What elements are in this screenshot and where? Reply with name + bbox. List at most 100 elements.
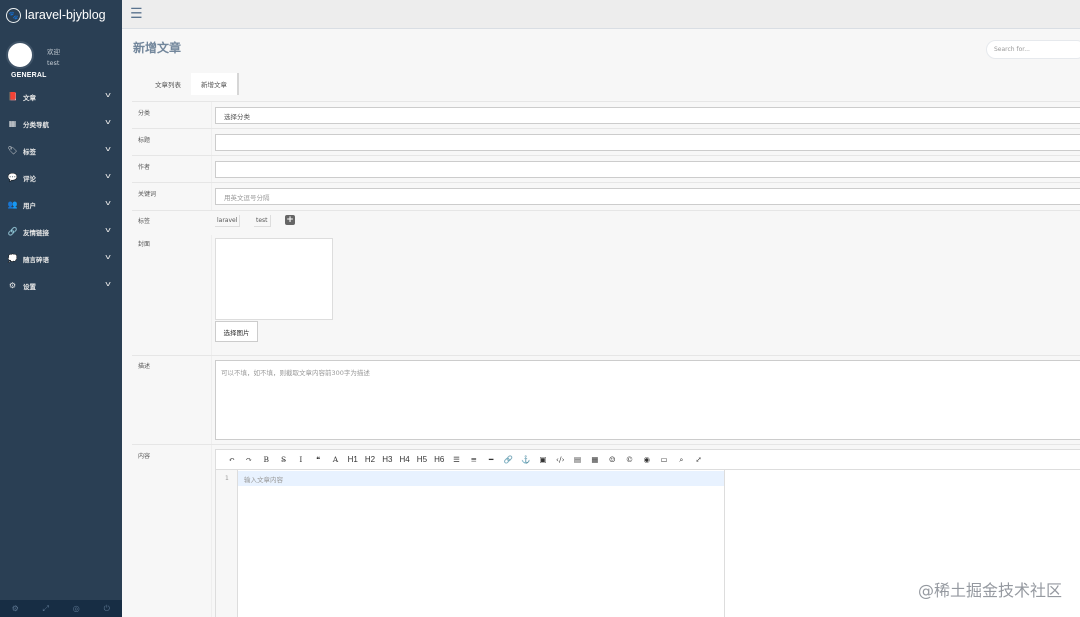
grid-icon: ▦ (8, 119, 17, 128)
line-number: 1 (225, 475, 229, 482)
sidebar-item[interactable]: 💭 随言碎语 v (0, 245, 122, 272)
list-ol-icon[interactable]: ≡ (465, 455, 482, 464)
table-icon[interactable]: ▦ (586, 455, 603, 464)
keywords-label: 关键词 (138, 191, 157, 198)
h4-icon[interactable]: H4 (396, 455, 413, 464)
search-input[interactable]: Search for... (986, 40, 1080, 59)
fullscreen-icon[interactable]: ⤢ (690, 455, 707, 464)
redo-icon[interactable]: ↷ (240, 455, 257, 464)
strikethrough-icon[interactable]: S̶ (275, 455, 292, 464)
code-block-icon[interactable]: ▤ (569, 455, 586, 464)
form-row-cover: 封面 选择图片 (132, 235, 1080, 356)
top-nav: ☰ (122, 0, 1080, 29)
preview-divider[interactable] (724, 470, 725, 617)
row-divider (211, 183, 212, 210)
description-textarea[interactable]: 可以不填，如不填，则截取文章内容前300字为描述 (215, 360, 1080, 440)
content-input[interactable]: 输入文章内容 (238, 471, 724, 486)
tag-item[interactable]: laravel (215, 215, 241, 227)
image-icon[interactable]: ▣ (534, 455, 551, 464)
brand[interactable]: 🐾 laravel-bjyblog (0, 0, 122, 30)
sidebar-item[interactable]: 🏷 标签 v (0, 137, 122, 164)
welcome-text: 欢迎 (47, 48, 60, 56)
undo-icon[interactable]: ↶ (223, 455, 240, 464)
description-label: 描述 (138, 363, 151, 370)
html-entities-icon[interactable]: © (621, 455, 638, 464)
category-label: 分类 (138, 110, 151, 117)
sidebar: 🐾 laravel-bjyblog 欢迎 test GENERAL 📕 文章 v ▦ 分… (0, 0, 122, 617)
uppercase-icon[interactable]: A (327, 455, 344, 464)
row-divider (211, 156, 212, 182)
sidebar-menu: 📕 文章 v ▦ 分类导航 v 🏷 标签 v 💬 评论 v 👥 用户 v 🔗 友情链接 v 💭 随言碎语 v ⚙ 设置 v (0, 83, 122, 299)
article-form: 分类 选择分类 标题 作者 关键词 用英文逗号分隔 标签 laravel tes… (132, 101, 1080, 617)
row-divider (211, 129, 212, 155)
sidebar-item[interactable]: 💬 评论 v (0, 164, 122, 191)
bold-icon[interactable]: B (258, 455, 275, 464)
brand-title[interactable]: laravel-bjyblog (25, 8, 106, 22)
h1-icon[interactable]: H1 (344, 455, 361, 464)
chevron-down-icon: v (105, 91, 111, 99)
sidebar-item-label: 设置 (23, 282, 36, 291)
sidebar-item-label: 标签 (23, 147, 36, 156)
gear-icon[interactable]: ⚙ (0, 600, 31, 617)
avatar[interactable] (6, 41, 34, 69)
list-ul-icon[interactable]: ☰ (448, 455, 465, 464)
preview-icon[interactable]: ▭ (655, 455, 672, 464)
form-row-description: 描述 可以不填，如不填，则截取文章内容前300字为描述 (132, 356, 1080, 445)
watermark: @稀土掘金技术社区 (917, 581, 1062, 600)
tab-article-list[interactable]: 文章列表 (145, 73, 191, 95)
fullscreen-icon[interactable]: ⤢ (31, 600, 62, 617)
select-image-button[interactable]: 选择图片 (215, 321, 258, 342)
h2-icon[interactable]: H2 (361, 455, 378, 464)
tag-item[interactable]: test (254, 215, 271, 227)
hr-icon[interactable]: ━ (482, 455, 499, 464)
editor-toolbar: ↶ ↷ B S̶ I ❝ A H1 H2 H3 H4 H5 H6 ☰ ≡ ━ 🔗 ⚓ ▣ ‹/› ▤ ▦ ☺ © ◉ ▭ ⌕ ⤢ (216, 450, 1080, 470)
sidebar-item[interactable]: 📕 文章 v (0, 83, 122, 110)
watch-icon[interactable]: ◉ (638, 455, 655, 464)
form-row-title: 标题 (132, 129, 1080, 156)
form-row-keywords: 关键词 用英文逗号分隔 (132, 183, 1080, 211)
author-label: 作者 (138, 164, 151, 171)
h6-icon[interactable]: H6 (431, 455, 448, 464)
cover-label: 封面 (138, 241, 151, 248)
page-title: 新增文章 (133, 41, 182, 55)
chevron-down-icon: v (105, 172, 111, 180)
title-label: 标题 (138, 137, 151, 144)
sidebar-footer: ⚙ ⤢ ◎ ⏻ (0, 600, 122, 617)
editor-gutter: 1 (216, 470, 238, 617)
code-icon[interactable]: ‹/› (552, 455, 569, 464)
chat-icon: 💭 (7, 254, 18, 263)
comments-icon: 💬 (7, 173, 18, 182)
users-icon: 👥 (7, 200, 18, 209)
power-icon[interactable]: ⏻ (92, 600, 123, 617)
h5-icon[interactable]: H5 (413, 455, 430, 464)
tags-icon: 🏷 (7, 146, 18, 155)
chevron-down-icon: v (105, 199, 111, 207)
tab-new-article[interactable]: 新增文章 (191, 73, 239, 95)
username: test (47, 59, 60, 67)
h3-icon[interactable]: H3 (379, 455, 396, 464)
form-row-category: 分类 选择分类 (132, 102, 1080, 129)
chevron-down-icon: v (105, 226, 111, 234)
chevron-down-icon: v (105, 280, 111, 288)
link-icon: 🔗 (7, 227, 18, 236)
title-input[interactable] (215, 134, 1080, 151)
sidebar-item[interactable]: ⚙ 设置 v (0, 272, 122, 299)
chevron-down-icon: v (105, 253, 111, 261)
quote-icon[interactable]: ❝ (309, 455, 326, 464)
link-icon[interactable]: 🔗 (500, 455, 517, 464)
row-divider (211, 356, 212, 444)
sidebar-item[interactable]: 👥 用户 v (0, 191, 122, 218)
search-icon[interactable]: ⌕ (673, 455, 690, 465)
author-input[interactable] (215, 161, 1080, 178)
sidebar-item[interactable]: 🔗 友情链接 v (0, 218, 122, 245)
anchor-icon[interactable]: ⚓ (517, 455, 534, 464)
add-tag-icon[interactable]: + (285, 215, 295, 225)
sidebar-item[interactable]: ▦ 分类导航 v (0, 110, 122, 137)
italic-icon[interactable]: I (292, 455, 309, 464)
chevron-down-icon: v (105, 145, 111, 153)
menu-toggle-icon[interactable]: ☰ (130, 6, 143, 22)
emoji-icon[interactable]: ☺ (604, 455, 621, 464)
eye-slash-icon[interactable]: ◎ (61, 600, 92, 617)
category-select[interactable]: 选择分类 (215, 107, 1080, 124)
keywords-input[interactable]: 用英文逗号分隔 (215, 188, 1080, 205)
